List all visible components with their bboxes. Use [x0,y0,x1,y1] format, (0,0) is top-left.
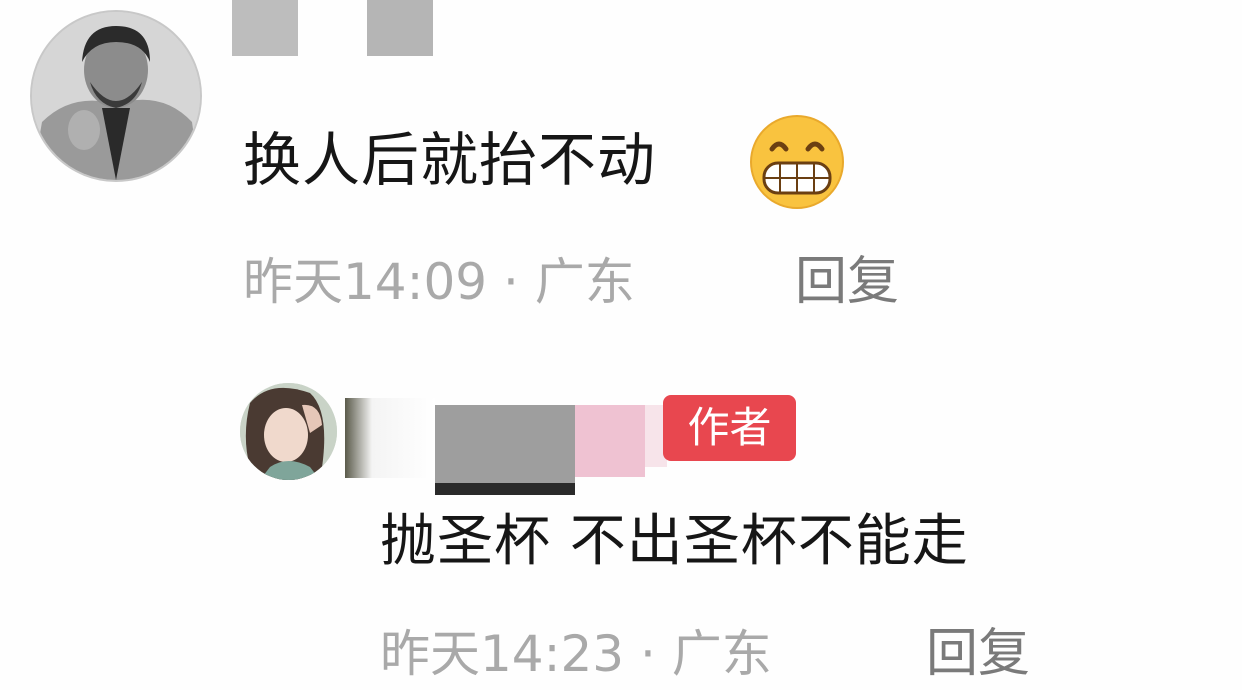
comment-text: 抛圣杯 不出圣杯不能走 [380,509,969,574]
masked-username [232,0,298,56]
masked-username [575,405,645,477]
grinning-face-icon [748,113,846,211]
reply-button[interactable]: 回复 [926,622,1030,686]
reply-button[interactable]: 回复 [795,250,899,314]
comment-text: 换人后就抬不动 [243,126,657,194]
masked-username [345,398,435,478]
user-photo-icon [240,383,337,480]
user-photo-icon [32,12,200,180]
comment-meta: 昨天14:09 · 广东 [243,253,635,311]
author-badge: 作者 [663,395,796,461]
masked-username [367,0,433,56]
masked-username [435,483,575,495]
comment-meta: 昨天14:23 · 广东 [380,625,772,683]
avatar[interactable] [30,10,202,182]
masked-username [435,405,575,483]
comment-thread: 换人后就抬不动 昨天14:09 · 广东 回复 作者 抛圣杯 不出圣杯不能走 昨… [0,0,1242,690]
avatar[interactable] [240,383,337,480]
